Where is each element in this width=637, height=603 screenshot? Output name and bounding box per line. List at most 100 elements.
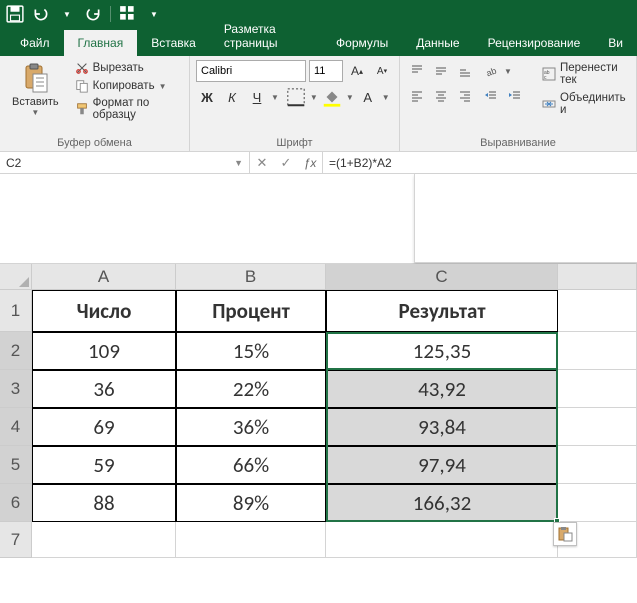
formula-text: =(1+B2)*A2: [329, 156, 392, 170]
format-painter-button[interactable]: Формат по образцу: [71, 96, 183, 122]
col-header-B[interactable]: B: [176, 264, 326, 290]
font-color-button[interactable]: A: [357, 86, 379, 108]
align-middle-button[interactable]: [430, 60, 452, 82]
cell-A7[interactable]: [32, 522, 176, 558]
redo-icon[interactable]: [84, 5, 102, 23]
tab-file[interactable]: Файл: [6, 30, 64, 56]
ribbon: Вставить ▼ Вырезать Копировать ▼ Формат …: [0, 56, 637, 152]
cell-C1[interactable]: Результат: [326, 290, 558, 332]
tab-page-layout[interactable]: Разметка страницы: [210, 16, 322, 56]
cell-B1[interactable]: Процент: [176, 290, 326, 332]
row-header-6[interactable]: 6: [0, 484, 32, 522]
cell-D5[interactable]: [558, 446, 637, 484]
font-name-combo[interactable]: [196, 60, 306, 82]
paste-options-icon: [557, 526, 573, 542]
cell-C5[interactable]: 97,94: [326, 446, 558, 484]
cut-button[interactable]: Вырезать: [71, 60, 183, 76]
undo-icon[interactable]: [32, 5, 50, 23]
orientation-dropdown-icon[interactable]: ▼: [504, 67, 512, 76]
borders-button[interactable]: [285, 86, 307, 108]
cell-D4[interactable]: [558, 408, 637, 446]
copy-icon: [75, 79, 89, 93]
row-header-3[interactable]: 3: [0, 370, 32, 408]
copy-button[interactable]: Копировать ▼: [71, 78, 183, 94]
cell-B4[interactable]: 36%: [176, 408, 326, 446]
name-box-dropdown-icon[interactable]: ▼: [234, 158, 243, 168]
cell-B7[interactable]: [176, 522, 326, 558]
accept-formula-button[interactable]: ✓: [274, 152, 298, 174]
decrease-indent-button[interactable]: [480, 85, 502, 107]
cell-B6[interactable]: 89%: [176, 484, 326, 522]
orientation-button[interactable]: ab: [480, 60, 502, 82]
save-icon[interactable]: [6, 5, 24, 23]
decrease-font-button[interactable]: A▾: [371, 60, 393, 82]
tab-formulas[interactable]: Формулы: [322, 30, 402, 56]
align-center-button[interactable]: [430, 85, 452, 107]
cell-B5[interactable]: 66%: [176, 446, 326, 484]
cell-B2[interactable]: 15%: [176, 332, 326, 370]
increase-indent-button[interactable]: [504, 85, 526, 107]
italic-button[interactable]: К: [221, 86, 243, 108]
copy-dropdown-icon[interactable]: ▼: [159, 82, 167, 91]
merge-icon: [542, 97, 556, 111]
qat-grid-icon[interactable]: [119, 5, 137, 23]
row-header-2[interactable]: 2: [0, 332, 32, 370]
spreadsheet-grid[interactable]: A B C 1 2 3 4 5 6 7 Число Процент Резуль…: [0, 264, 637, 558]
align-top-button[interactable]: [406, 60, 428, 82]
insert-function-button[interactable]: ƒx: [298, 152, 322, 174]
tab-review[interactable]: Рецензирование: [474, 30, 595, 56]
cell-A4[interactable]: 69: [32, 408, 176, 446]
align-left-button[interactable]: [406, 85, 428, 107]
cell-C4[interactable]: 93,84: [326, 408, 558, 446]
cell-D6[interactable]: [558, 484, 637, 522]
cell-A3[interactable]: 36: [32, 370, 176, 408]
cell-A1[interactable]: Число: [32, 290, 176, 332]
tab-data[interactable]: Данные: [402, 30, 473, 56]
wrap-text-button[interactable]: abc Перенести тек: [538, 60, 630, 88]
cell-C7[interactable]: [326, 522, 558, 558]
font-color-dropdown-icon[interactable]: ▼: [382, 93, 390, 102]
font-size-combo[interactable]: [309, 60, 343, 82]
brush-icon: [75, 102, 89, 116]
align-right-button[interactable]: [454, 85, 476, 107]
cell-D3[interactable]: [558, 370, 637, 408]
cell-D1[interactable]: [558, 290, 637, 332]
name-box[interactable]: C2 ▼: [0, 152, 250, 173]
row-header-7[interactable]: 7: [0, 522, 32, 558]
col-header-D[interactable]: [558, 264, 637, 290]
merge-button[interactable]: Объединить и: [538, 90, 630, 118]
cell-C3[interactable]: 43,92: [326, 370, 558, 408]
align-bottom-button[interactable]: [454, 60, 476, 82]
cell-A5[interactable]: 59: [32, 446, 176, 484]
col-header-C[interactable]: C: [326, 264, 558, 290]
increase-font-button[interactable]: A▴: [346, 60, 368, 82]
row-header-1[interactable]: 1: [0, 290, 32, 332]
borders-dropdown-icon[interactable]: ▼: [310, 93, 318, 102]
cell-D2[interactable]: [558, 332, 637, 370]
tab-home[interactable]: Главная: [64, 30, 138, 56]
paste-options-button[interactable]: [553, 522, 577, 546]
underline-dropdown-icon[interactable]: ▼: [271, 93, 279, 102]
undo-dropdown-icon[interactable]: ▼: [58, 5, 76, 23]
col-header-A[interactable]: A: [32, 264, 176, 290]
cell-B3[interactable]: 22%: [176, 370, 326, 408]
fill-color-button[interactable]: [321, 86, 343, 108]
bold-button[interactable]: Ж: [196, 86, 218, 108]
cell-A6[interactable]: 88: [32, 484, 176, 522]
tab-insert[interactable]: Вставка: [137, 30, 210, 56]
tab-view[interactable]: Ви: [594, 30, 637, 56]
formula-input[interactable]: =(1+B2)*A2: [323, 152, 637, 173]
row-header-5[interactable]: 5: [0, 446, 32, 484]
paste-button[interactable]: Вставить ▼: [6, 60, 65, 135]
underline-button[interactable]: Ч: [246, 86, 268, 108]
cancel-formula-button[interactable]: ✕: [250, 152, 274, 174]
qat-customize-icon[interactable]: ▼: [145, 5, 163, 23]
fill-dropdown-icon[interactable]: ▼: [346, 93, 354, 102]
select-all-corner[interactable]: [0, 264, 32, 290]
cell-C6[interactable]: 166,32: [326, 484, 558, 522]
cells-area[interactable]: Число Процент Результат 109 15% 125,35 3…: [32, 290, 637, 558]
row-header-4[interactable]: 4: [0, 408, 32, 446]
cell-A2[interactable]: 109: [32, 332, 176, 370]
paste-dropdown-icon[interactable]: ▼: [31, 108, 39, 117]
cell-C2[interactable]: 125,35: [326, 332, 558, 370]
